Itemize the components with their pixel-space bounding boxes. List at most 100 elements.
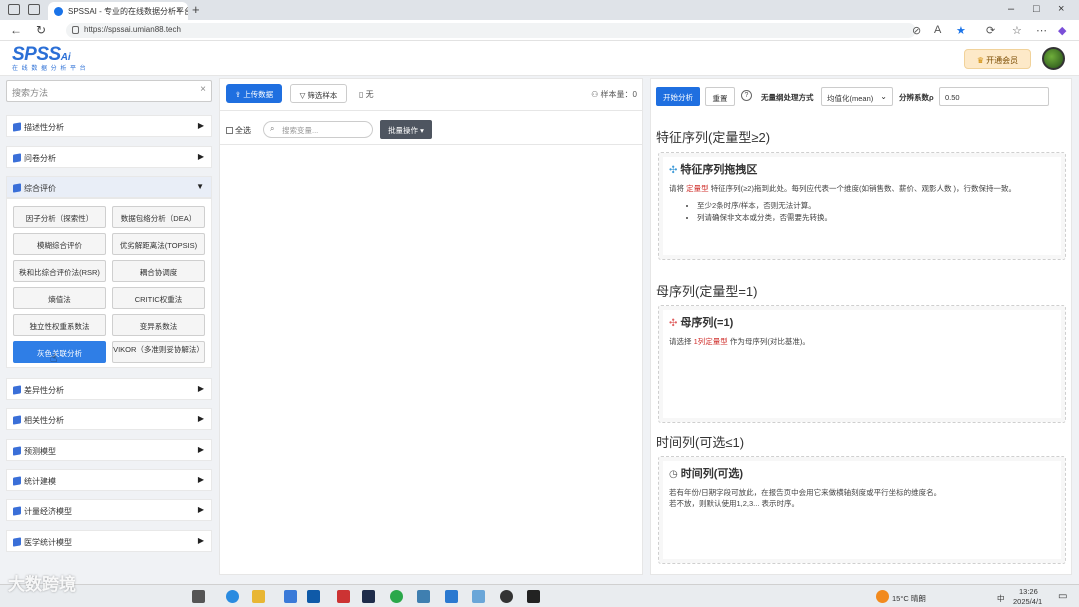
method-rsr[interactable]: 秩和比综合评价法(RSR) — [13, 260, 106, 282]
clock-date[interactable]: 2025/4/1 — [1013, 597, 1042, 606]
help-icon[interactable]: ? — [741, 90, 752, 101]
category-correlation[interactable]: 相关性分析 ▶ — [6, 408, 212, 430]
reset-button[interactable]: 重置 — [705, 87, 735, 106]
time-dropzone[interactable]: ◷ 时间列(可选) 若有年份/日期字段可放此，在报告页中会用它来做横轴刻度或平行坐… — [658, 456, 1066, 564]
caret-right-icon: ▶ — [197, 121, 204, 130]
category-statistical-modeling[interactable]: 统计建模 ▶ — [6, 469, 212, 491]
app2-icon[interactable] — [472, 590, 485, 603]
browser-tab[interactable]: SPSSAI - 专业的在线数据分析平台 × — [48, 2, 188, 20]
mail-icon[interactable] — [284, 590, 297, 603]
category-label: 医学统计模型 — [24, 538, 72, 547]
search-app-icon[interactable] — [417, 590, 430, 603]
time-zone-title: ◷ 时间列(可选) — [669, 468, 744, 480]
category-icon — [13, 506, 21, 516]
method-vikor[interactable]: VIKOR（多准则妥协解法） — [112, 341, 205, 363]
rho-input[interactable]: 0.50 — [939, 87, 1049, 106]
favicon-icon — [54, 7, 63, 16]
avatar[interactable] — [1042, 47, 1065, 70]
app-icon[interactable] — [337, 590, 350, 603]
close-tab-icon[interactable]: × — [176, 5, 182, 16]
category-descriptive[interactable]: 描述性分析 ▶ — [6, 115, 212, 137]
taskbar: 15°C 晴朗 中 13:26 2025/4/1 ▭ — [0, 584, 1079, 607]
copilot-icon[interactable]: ◆ — [1058, 24, 1066, 37]
batch-operation-button[interactable]: 批量操作 ▾ — [380, 120, 432, 139]
url-text: https://spssai.umian88.tech — [84, 25, 181, 34]
category-econometrics[interactable]: 计量经济模型 ▶ — [6, 499, 212, 521]
method-independence-weight[interactable]: 独立性权重系数法 — [13, 314, 106, 336]
dataset-status: ▯ 无 — [359, 89, 374, 100]
upload-data-button[interactable]: ⇪ 上传数据 — [226, 84, 282, 103]
refresh-icon[interactable]: ↻ — [36, 23, 46, 37]
translate-icon[interactable]: ⊘ — [912, 24, 921, 37]
method-factor-analysis[interactable]: 因子分析（探索性） — [13, 206, 106, 228]
edge-browser-icon[interactable] — [226, 590, 239, 603]
method-search-input[interactable]: 搜索方法 × — [6, 80, 212, 102]
method-topsis[interactable]: 优劣解距离法(TOPSIS) — [112, 233, 205, 255]
people-icon: ⚇ — [591, 90, 601, 99]
clear-icon[interactable]: × — [200, 84, 206, 95]
logo-main: SPSS — [12, 44, 61, 65]
feature-desc: 请将 定量型 特征序列(≥2)拖到此处。每列应代表一个维度(如销售数、薪价、观影… — [669, 184, 1017, 193]
filter-sample-button[interactable]: ▽ 筛选样本 — [290, 84, 347, 103]
photoshop-icon[interactable] — [362, 590, 375, 603]
notification-icon[interactable]: ▭ — [1058, 591, 1067, 602]
app4-icon[interactable] — [527, 590, 540, 603]
wechat-icon[interactable] — [390, 590, 403, 603]
category-comprehensive-evaluation[interactable]: 综合评价 ▼ — [6, 176, 212, 198]
caret-right-icon: ▶ — [197, 536, 204, 545]
collections-icon[interactable]: ☆ — [1012, 24, 1022, 37]
read-aloud-icon[interactable]: A — [934, 24, 941, 36]
method-fuzzy-evaluation[interactable]: 模糊综合评价 — [13, 233, 106, 255]
new-tab-icon[interactable]: + — [192, 2, 200, 17]
task-view-icon[interactable] — [192, 590, 205, 603]
method-entropy[interactable]: 熵值法 — [13, 287, 106, 309]
url-field[interactable]: https://spssai.umian88.tech — [66, 23, 916, 38]
caret-right-icon: ▶ — [197, 475, 204, 484]
file-explorer-icon[interactable] — [252, 590, 265, 603]
vip-button[interactable]: ♛ 开通会员 — [964, 49, 1031, 69]
store-icon[interactable] — [445, 590, 458, 603]
method-coupling[interactable]: 耦合协调度 — [112, 260, 205, 282]
category-forecast[interactable]: 预测模型 ▶ — [6, 439, 212, 461]
category-label: 问卷分析 — [24, 154, 56, 163]
file-icon: ▯ — [359, 90, 366, 99]
category-label: 统计建模 — [24, 477, 56, 486]
variable-search-input[interactable]: ⌕ 搜索变量... — [263, 121, 373, 138]
tab-actions-icon[interactable] — [28, 4, 40, 15]
category-difference[interactable]: 差异性分析 ▶ — [6, 378, 212, 400]
window-menu-icon[interactable] — [8, 4, 20, 15]
select-all-checkbox[interactable]: 全选 — [226, 125, 251, 136]
method-critic[interactable]: CRITIC权重法 — [112, 287, 205, 309]
category-medical-statistics[interactable]: 医学统计模型 ▶ — [6, 530, 212, 552]
maximize-icon[interactable]: □ — [1033, 3, 1040, 15]
category-icon — [13, 183, 21, 193]
extensions-icon[interactable]: ⟳ — [986, 24, 995, 37]
category-label: 综合评价 — [24, 184, 56, 193]
logo[interactable]: SPSSAi 在 线 数 据 分 析 平 台 — [12, 44, 87, 72]
method-dea[interactable]: 数据包络分析（DEA） — [112, 206, 205, 228]
feature-dropzone[interactable]: ✣ 特征序列拖拽区 请将 定量型 特征序列(≥2)拖到此处。每列应代表一个维度(如… — [658, 152, 1066, 260]
method-variation-coefficient[interactable]: 变异系数法 — [112, 314, 205, 336]
divider — [220, 110, 642, 111]
favorite-star-icon[interactable]: ★ — [956, 24, 966, 37]
category-label: 预测模型 — [24, 447, 56, 456]
category-label: 相关性分析 — [24, 416, 64, 425]
caret-right-icon: ▶ — [197, 414, 204, 423]
back-icon[interactable]: ← — [10, 23, 22, 37]
category-questionnaire[interactable]: 问卷分析 ▶ — [6, 146, 212, 168]
app3-icon[interactable] — [500, 590, 513, 603]
mouse-cursor-icon: ☝ — [50, 351, 58, 365]
start-analysis-button[interactable]: 开始分析 — [656, 87, 700, 106]
close-window-icon[interactable]: × — [1058, 3, 1064, 15]
clock-time[interactable]: 13:26 — [1019, 587, 1038, 596]
dimensionless-select[interactable]: 均值化(mean) ⌄ — [821, 87, 893, 106]
more-options-icon[interactable]: ⋯ — [1036, 24, 1047, 37]
vip-label: 开通会员 — [986, 56, 1019, 65]
category-icon — [13, 446, 21, 456]
minimize-icon[interactable]: – — [1008, 3, 1014, 15]
mother-dropzone[interactable]: ✣ 母序列(=1) 请选择 1列定量型 作为母序列(对比基准)。 — [658, 305, 1066, 423]
ime-indicator[interactable]: 中 — [997, 593, 1005, 604]
sample-count-value: 0 — [632, 90, 637, 99]
category-label: 描述性分析 — [24, 123, 64, 132]
outlook-icon[interactable] — [307, 590, 320, 603]
